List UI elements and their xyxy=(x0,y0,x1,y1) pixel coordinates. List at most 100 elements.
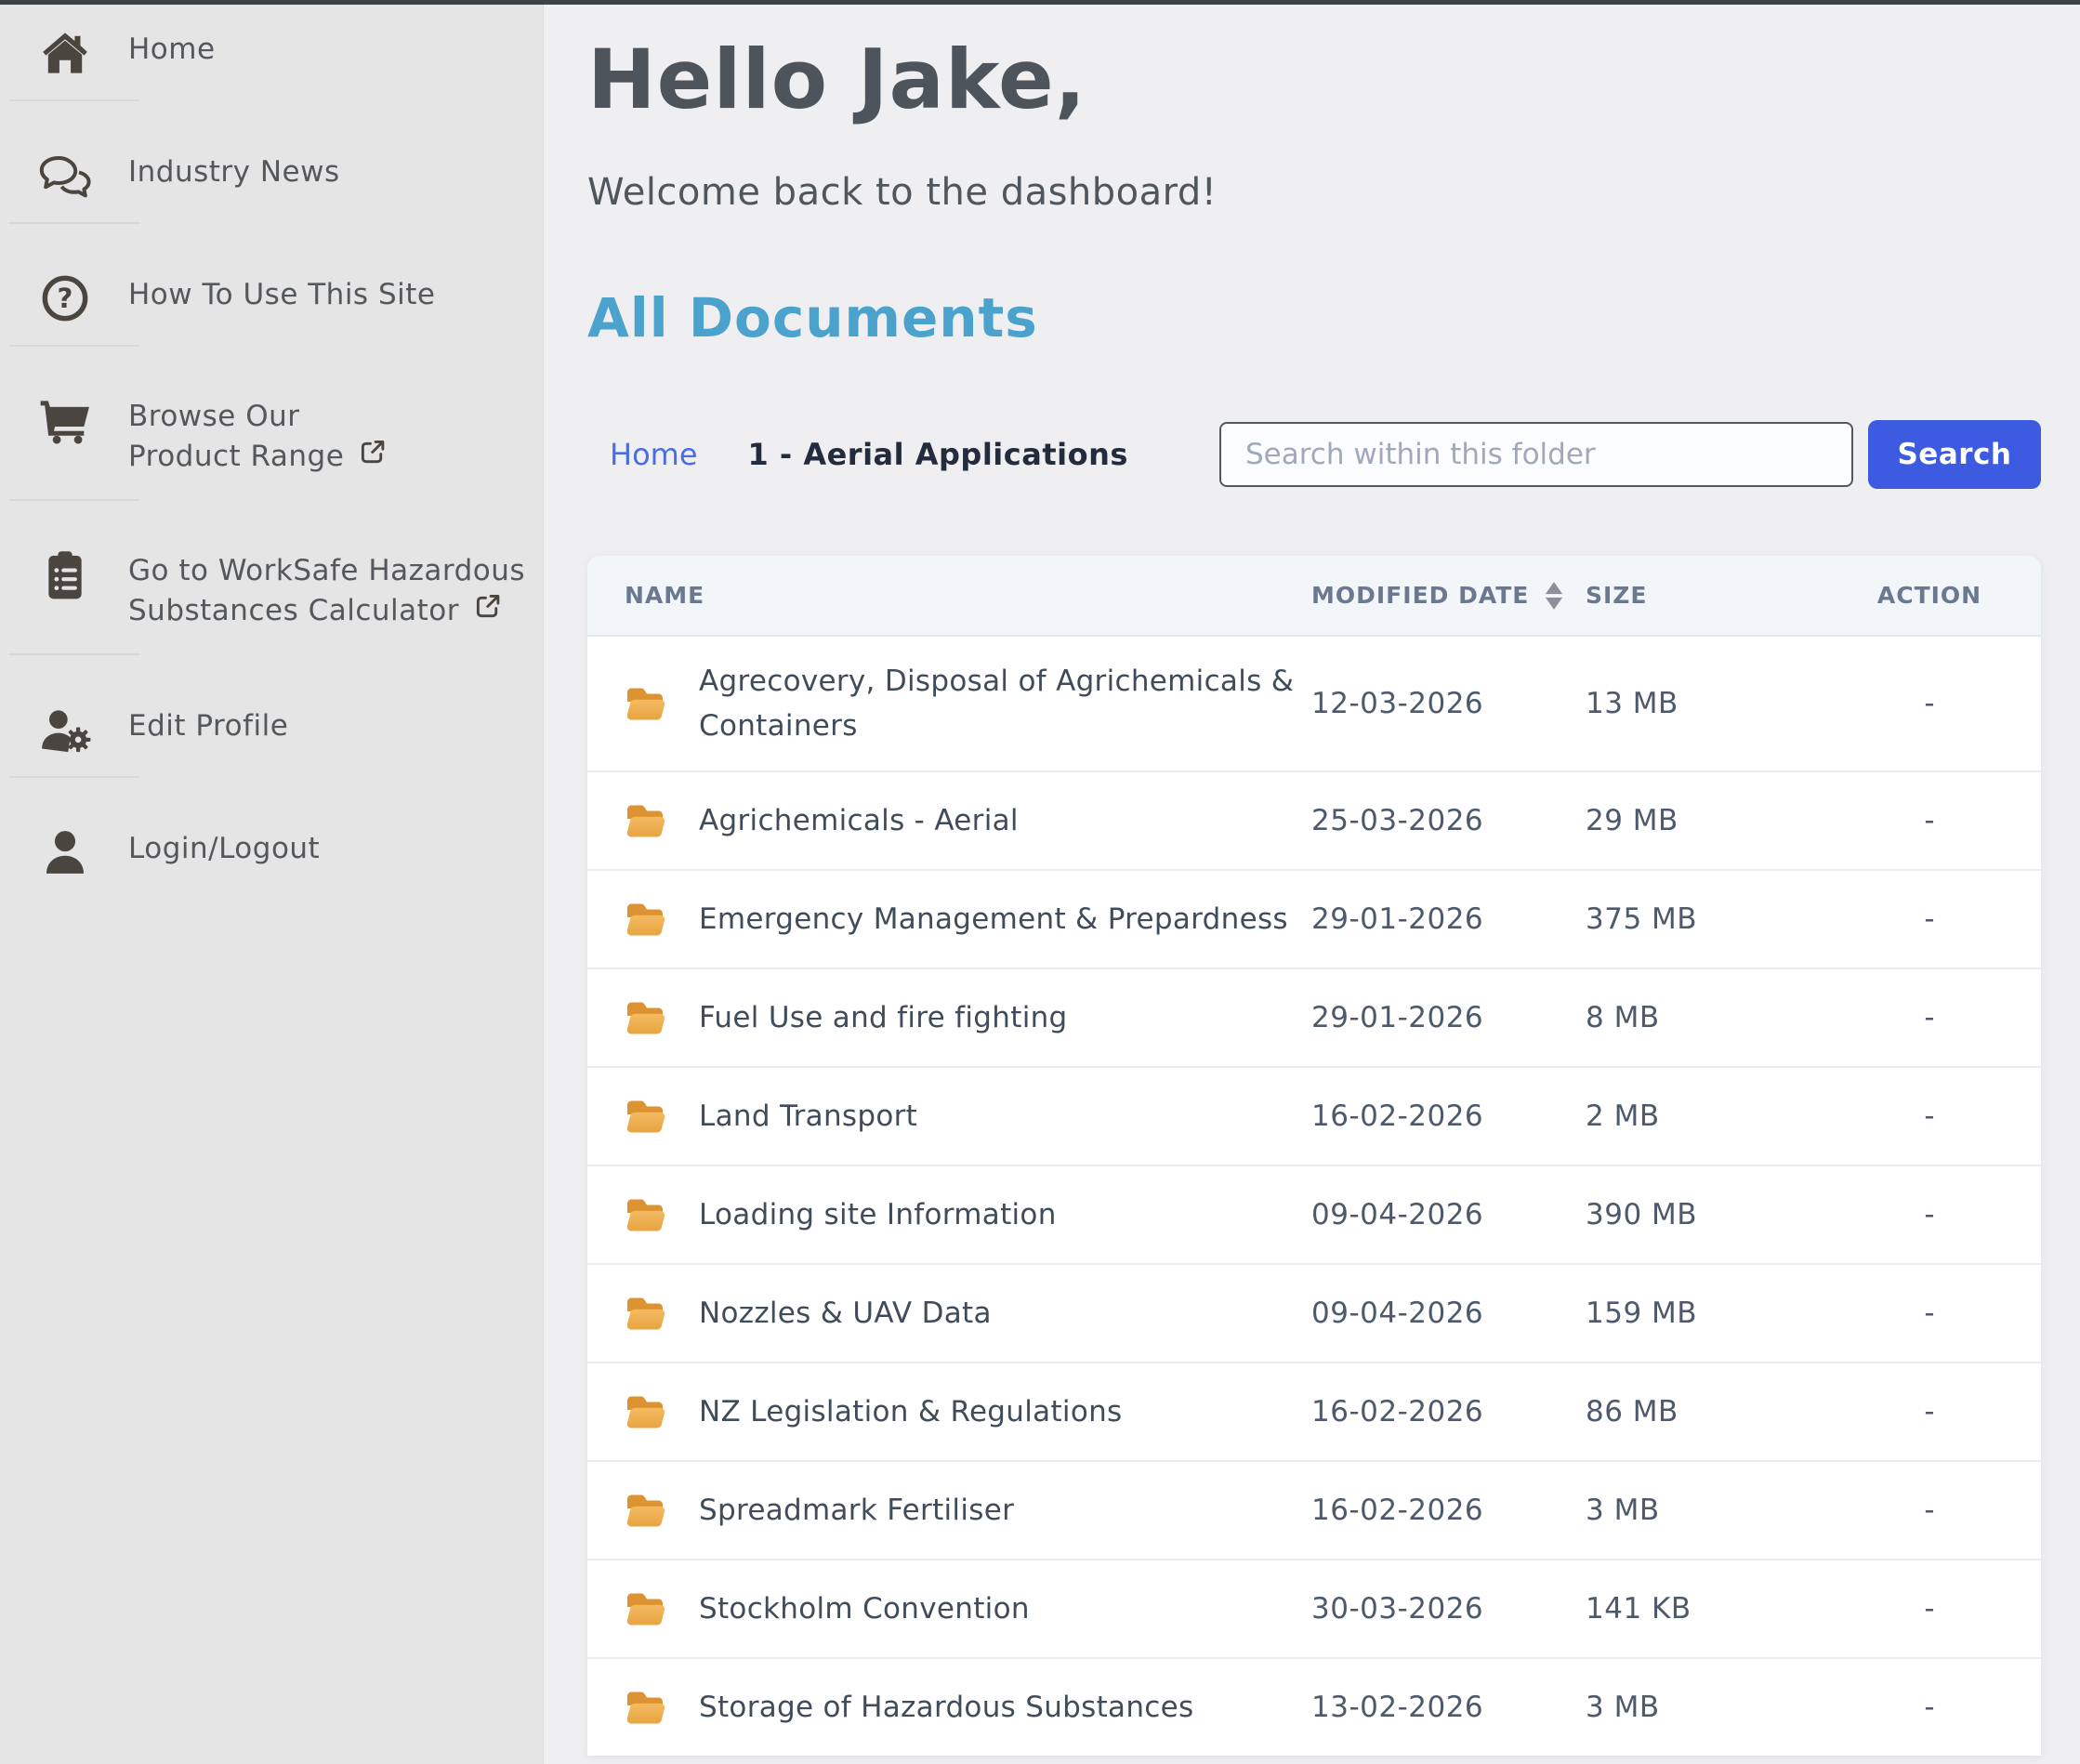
document-name[interactable]: Stockholm Convention xyxy=(699,1586,1030,1631)
breadcrumb: Home 1 - Aerial Applications xyxy=(587,437,1128,472)
document-name-cell: Stockholm Convention xyxy=(625,1564,1311,1653)
modified-date-value: 09-04-2026 xyxy=(1311,1297,1586,1330)
document-name[interactable]: Nozzles & UAV Data xyxy=(699,1291,992,1336)
modified-date-value: 29-01-2026 xyxy=(1311,902,1586,936)
sidebar-item-how-to-use[interactable]: ? How To Use This Site xyxy=(0,224,543,345)
sidebar-item-industry-news[interactable]: Industry News xyxy=(0,101,543,222)
sidebar-item-label: Industry News xyxy=(128,151,340,192)
table-row[interactable]: Fuel Use and fire fighting 29-01-2026 8 … xyxy=(587,968,2041,1066)
question-circle-icon: ? xyxy=(39,274,91,323)
action-value: - xyxy=(1855,1494,2004,1527)
table-body: Agrecovery, Disposal of Agrichemicals & … xyxy=(587,637,2041,1756)
document-name[interactable]: Spreadmark Fertiliser xyxy=(699,1488,1014,1533)
document-name-cell: Emergency Management & Prepardness xyxy=(625,875,1311,964)
action-value: - xyxy=(1855,1592,2004,1626)
size-value: 29 MB xyxy=(1586,804,1855,837)
svg-text:?: ? xyxy=(58,283,73,314)
document-name[interactable]: NZ Legislation & Regulations xyxy=(699,1389,1122,1434)
table-row[interactable]: Storage of Hazardous Substances 13-02-20… xyxy=(587,1657,2041,1756)
column-header-action: Action xyxy=(1855,582,2004,609)
table-row[interactable]: Agrichemicals - Aerial 25-03-2026 29 MB … xyxy=(587,770,2041,869)
clipboard-list-icon xyxy=(39,551,91,599)
document-name[interactable]: Agrichemicals - Aerial xyxy=(699,798,1019,843)
column-header-name: Name xyxy=(625,582,1311,609)
folder-icon xyxy=(625,1295,667,1332)
breadcrumb-home-link[interactable]: Home xyxy=(610,437,698,472)
folder-icon xyxy=(625,1098,667,1135)
modified-date-value: 25-03-2026 xyxy=(1311,804,1586,837)
modified-date-value: 29-01-2026 xyxy=(1311,1001,1586,1034)
column-header-size: Size xyxy=(1586,582,1855,609)
sidebar-item-login-logout[interactable]: Login/Logout xyxy=(0,778,543,899)
welcome-text: Welcome back to the dashboard! xyxy=(587,171,2041,214)
document-name[interactable]: Land Transport xyxy=(699,1094,917,1139)
action-value: - xyxy=(1855,1198,2004,1231)
document-name[interactable]: Fuel Use and fire fighting xyxy=(699,995,1068,1040)
modified-date-value: 09-04-2026 xyxy=(1311,1198,1586,1231)
folder-icon xyxy=(625,1590,667,1627)
folder-icon xyxy=(625,802,667,839)
column-header-modified-date[interactable]: Modified Date xyxy=(1311,581,1586,611)
sidebar-item-label: Go to WorkSafe Hazardous Substances Calc… xyxy=(128,551,525,631)
size-value: 159 MB xyxy=(1586,1297,1855,1330)
folder-icon xyxy=(625,999,667,1036)
sort-icon[interactable] xyxy=(1544,581,1564,611)
size-value: 8 MB xyxy=(1586,1001,1855,1034)
folder-toolbar: Home 1 - Aerial Applications Search xyxy=(587,420,2041,489)
folder-icon xyxy=(625,901,667,938)
action-value: - xyxy=(1855,687,2004,720)
main-content: Hello Jake, Welcome back to the dashboar… xyxy=(544,5,2080,1764)
search-input[interactable] xyxy=(1219,422,1853,487)
page-title: Hello Jake, xyxy=(587,33,2041,126)
document-name-cell: Loading site Information xyxy=(625,1170,1311,1259)
document-name[interactable]: Storage of Hazardous Substances xyxy=(699,1685,1193,1730)
table-row[interactable]: Agrecovery, Disposal of Agrichemicals & … xyxy=(587,637,2041,770)
folder-search: Search xyxy=(1219,420,2041,489)
document-name-cell: Land Transport xyxy=(625,1072,1311,1161)
sidebar-item-worksafe-calculator[interactable]: Go to WorkSafe Hazardous Substances Calc… xyxy=(0,501,543,653)
modified-date-value: 12-03-2026 xyxy=(1311,687,1586,720)
size-value: 375 MB xyxy=(1586,902,1855,936)
table-row[interactable]: Emergency Management & Prepardness 29-01… xyxy=(587,869,2041,968)
action-value: - xyxy=(1855,902,2004,936)
modified-date-value: 16-02-2026 xyxy=(1311,1494,1586,1527)
sidebar-item-label: Home xyxy=(128,29,216,70)
sidebar-item-browse-products[interactable]: Browse Our Product Range xyxy=(0,347,543,499)
search-button[interactable]: Search xyxy=(1868,420,2041,489)
document-name-cell: Spreadmark Fertiliser xyxy=(625,1466,1311,1555)
sidebar: Home Industry News ? How To Use This Sit… xyxy=(0,5,544,1764)
action-value: - xyxy=(1855,804,2004,837)
user-gear-icon xyxy=(39,705,91,754)
document-name[interactable]: Loading site Information xyxy=(699,1192,1057,1237)
size-value: 86 MB xyxy=(1586,1395,1855,1428)
document-name-cell: Fuel Use and fire fighting xyxy=(625,973,1311,1062)
sidebar-item-label: Edit Profile xyxy=(128,705,288,746)
modified-date-value: 13-02-2026 xyxy=(1311,1691,1586,1724)
action-value: - xyxy=(1855,1099,2004,1133)
size-value: 390 MB xyxy=(1586,1198,1855,1231)
document-name[interactable]: Emergency Management & Prepardness xyxy=(699,897,1288,941)
table-row[interactable]: Nozzles & UAV Data 09-04-2026 159 MB - xyxy=(587,1263,2041,1362)
external-link-icon xyxy=(359,437,387,477)
table-row[interactable]: Spreadmark Fertiliser 16-02-2026 3 MB - xyxy=(587,1460,2041,1559)
document-name[interactable]: Agrecovery, Disposal of Agrichemicals & … xyxy=(699,659,1311,748)
table-row[interactable]: Loading site Information 09-04-2026 390 … xyxy=(587,1165,2041,1263)
document-name-cell: Nozzles & UAV Data xyxy=(625,1269,1311,1358)
table-row[interactable]: Land Transport 16-02-2026 2 MB - xyxy=(587,1066,2041,1165)
cart-icon xyxy=(39,397,91,445)
sidebar-item-edit-profile[interactable]: Edit Profile xyxy=(0,655,543,776)
home-icon xyxy=(39,29,91,77)
table-row[interactable]: Stockholm Convention 30-03-2026 141 KB - xyxy=(587,1559,2041,1657)
size-value: 3 MB xyxy=(1586,1691,1855,1724)
sidebar-item-home[interactable]: Home xyxy=(0,5,543,99)
modified-date-value: 30-03-2026 xyxy=(1311,1592,1586,1626)
breadcrumb-current: 1 - Aerial Applications xyxy=(748,437,1128,472)
folder-icon xyxy=(625,1196,667,1233)
document-name-cell: Agrichemicals - Aerial xyxy=(625,776,1311,865)
comments-icon xyxy=(39,151,91,200)
table-row[interactable]: NZ Legislation & Regulations 16-02-2026 … xyxy=(587,1362,2041,1460)
user-icon xyxy=(39,828,91,876)
size-value: 2 MB xyxy=(1586,1099,1855,1133)
size-value: 141 KB xyxy=(1586,1592,1855,1626)
modified-date-value: 16-02-2026 xyxy=(1311,1395,1586,1428)
